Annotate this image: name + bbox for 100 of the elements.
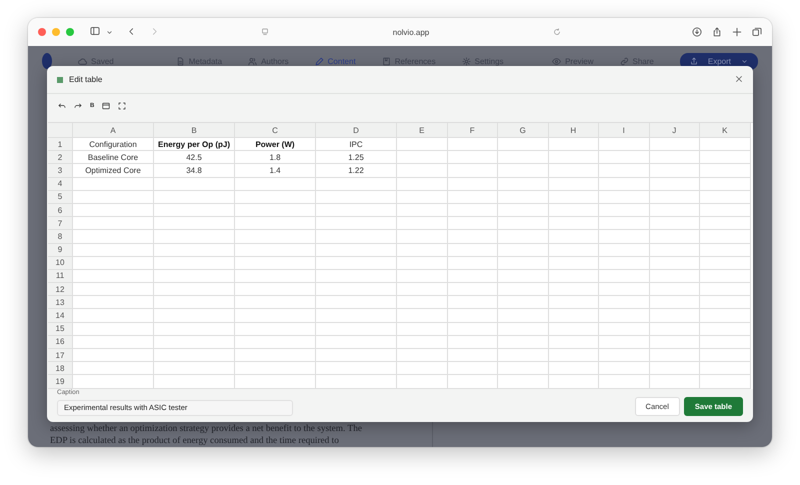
table-cell[interactable] [498, 270, 548, 284]
address-bar[interactable]: nolvio.app [392, 28, 430, 36]
table-cell[interactable] [73, 309, 154, 323]
table-cell[interactable] [650, 336, 700, 349]
table-cell[interactable]: 1.8 [235, 151, 316, 164]
table-cell[interactable] [154, 349, 235, 362]
table-cell[interactable]: Baseline Core [73, 151, 154, 164]
table-cell[interactable] [397, 178, 448, 191]
table-cell[interactable] [498, 322, 548, 336]
table-cell[interactable] [316, 375, 397, 389]
table-cell[interactable] [448, 217, 498, 230]
table-cell[interactable] [700, 362, 750, 376]
table-cell[interactable] [235, 283, 316, 296]
table-cell[interactable] [650, 164, 700, 178]
column-header[interactable]: D [316, 123, 397, 138]
table-cell[interactable] [498, 375, 548, 389]
table-cell[interactable] [397, 362, 448, 376]
table-cell[interactable]: Energy per Op (pJ) [154, 138, 235, 152]
table-cell[interactable] [700, 190, 750, 204]
table-cell[interactable] [599, 244, 650, 257]
table-cell[interactable] [498, 151, 548, 164]
table-cell[interactable] [650, 138, 700, 152]
table-cell[interactable] [448, 204, 498, 218]
table-cell[interactable]: Power (W) [235, 138, 316, 152]
table-cell[interactable] [154, 190, 235, 204]
table-cell[interactable] [498, 362, 548, 376]
table-cell[interactable] [548, 362, 599, 376]
table-cell[interactable] [650, 270, 700, 284]
table-cell[interactable]: 1.25 [316, 151, 397, 164]
table-cell[interactable] [397, 375, 448, 389]
table-cell[interactable] [548, 204, 599, 218]
table-cell[interactable] [700, 336, 750, 349]
table-cell[interactable] [650, 375, 700, 389]
table-cell[interactable] [700, 270, 750, 284]
table-cell[interactable] [235, 178, 316, 191]
table-cell[interactable] [154, 244, 235, 257]
column-header[interactable]: B [154, 123, 235, 138]
table-cell[interactable] [154, 230, 235, 244]
table-cell[interactable] [316, 283, 397, 296]
table-cell[interactable] [397, 164, 448, 178]
table-cell[interactable] [548, 296, 599, 310]
table-cell[interactable] [235, 309, 316, 323]
table-cell[interactable] [235, 375, 316, 389]
table-cell[interactable] [599, 270, 650, 284]
table-cell[interactable] [316, 178, 397, 191]
table-cell[interactable] [73, 204, 154, 218]
column-header[interactable]: C [235, 123, 316, 138]
table-cell[interactable] [599, 151, 650, 164]
table-cell[interactable] [316, 190, 397, 204]
table-cell[interactable] [650, 230, 700, 244]
table-cell[interactable] [548, 270, 599, 284]
table-cell[interactable] [235, 336, 316, 349]
table-cell[interactable] [548, 138, 599, 152]
table-cell[interactable] [448, 244, 498, 257]
table-cell[interactable]: 42.5 [154, 151, 235, 164]
table-cell[interactable] [397, 349, 448, 362]
table-cell[interactable] [154, 362, 235, 376]
table-cell[interactable] [73, 336, 154, 349]
table-cell[interactable] [700, 296, 750, 310]
table-cell[interactable] [397, 309, 448, 323]
table-cell[interactable] [235, 256, 316, 270]
table-cell[interactable] [235, 322, 316, 336]
table-cell[interactable] [548, 244, 599, 257]
table-cell[interactable] [235, 349, 316, 362]
table-cell[interactable] [73, 244, 154, 257]
table-cell[interactable] [498, 230, 548, 244]
table-cell[interactable] [599, 230, 650, 244]
table-cell[interactable] [650, 204, 700, 218]
table-cell[interactable] [599, 204, 650, 218]
table-cell[interactable] [599, 296, 650, 310]
table-cell[interactable] [548, 375, 599, 389]
table-cell[interactable] [316, 217, 397, 230]
table-cell[interactable] [154, 270, 235, 284]
table-cell[interactable]: Configuration [73, 138, 154, 152]
minimize-window-dot[interactable] [52, 28, 60, 36]
table-cell[interactable] [154, 322, 235, 336]
table-cell[interactable] [548, 190, 599, 204]
table-cell[interactable] [397, 283, 448, 296]
table-cell[interactable] [498, 178, 548, 191]
table-cell[interactable] [498, 283, 548, 296]
column-header[interactable]: E [397, 123, 448, 138]
table-cell[interactable] [700, 309, 750, 323]
table-cell[interactable] [650, 190, 700, 204]
table-cell[interactable] [599, 164, 650, 178]
table-cell[interactable] [498, 204, 548, 218]
table-cell[interactable] [73, 349, 154, 362]
table-cell[interactable] [154, 204, 235, 218]
column-header[interactable]: H [548, 123, 599, 138]
table-cell[interactable] [316, 204, 397, 218]
table-cell[interactable] [235, 270, 316, 284]
table-cell[interactable] [235, 362, 316, 376]
table-cell[interactable] [599, 190, 650, 204]
table-cell[interactable] [498, 244, 548, 257]
table-cell[interactable] [448, 256, 498, 270]
table-cell[interactable] [397, 217, 448, 230]
table-cell[interactable] [548, 349, 599, 362]
table-cell[interactable] [73, 256, 154, 270]
table-cell[interactable] [397, 322, 448, 336]
table-cell[interactable] [599, 349, 650, 362]
table-cell[interactable] [700, 375, 750, 389]
